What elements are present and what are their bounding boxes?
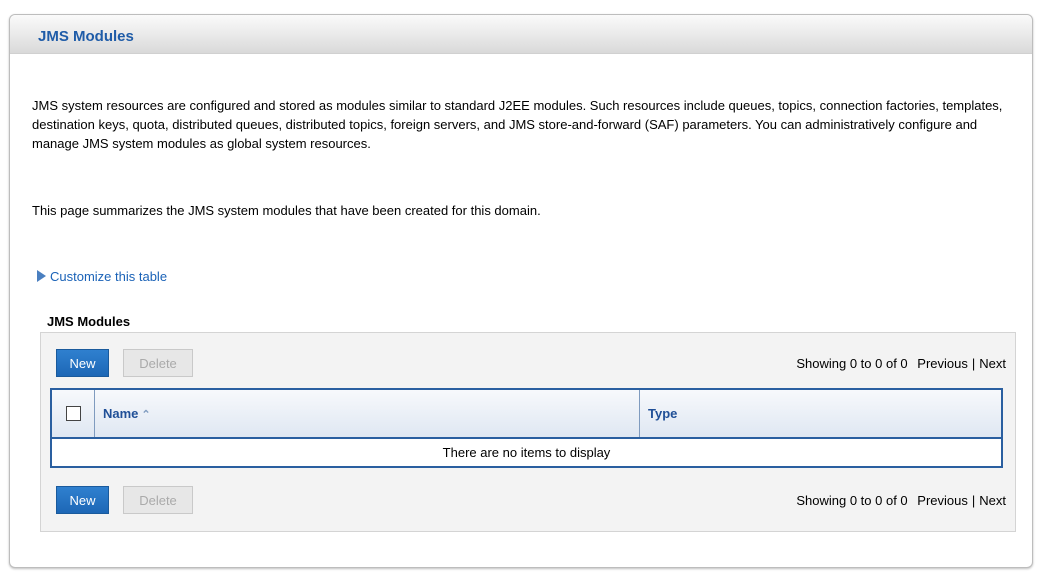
name-header-label: Name ⌃ [103, 406, 151, 421]
type-header-label: Type [648, 406, 678, 421]
pager-showing: Showing 0 to 0 of 0 [796, 356, 908, 371]
summary-text: This page summarizes the JMS system modu… [32, 203, 541, 218]
customize-table-link[interactable]: Customize this table [37, 269, 167, 284]
pager-top: Showing 0 to 0 of 0 Previous | Next [796, 356, 1006, 371]
name-label: Name [103, 406, 139, 421]
previous-link[interactable]: Previous [917, 356, 968, 371]
select-all-checkbox[interactable] [66, 406, 81, 421]
new-button[interactable]: New [56, 349, 109, 377]
triangle-right-icon [37, 270, 46, 282]
delete-button[interactable]: Delete [123, 349, 193, 377]
pager-showing-bottom: Showing 0 to 0 of 0 [796, 493, 908, 508]
new-button-bottom[interactable]: New [56, 486, 109, 514]
next-link[interactable]: Next [979, 356, 1006, 371]
modules-table: Name ⌃ Type There are no items to display [50, 388, 1003, 468]
jms-modules-panel: JMS Modules JMS system resources are con… [9, 14, 1033, 568]
column-header-type[interactable]: Type [640, 390, 1001, 437]
column-header-name[interactable]: Name ⌃ [95, 390, 640, 437]
pager-bottom: Showing 0 to 0 of 0 Previous | Next [796, 493, 1006, 508]
table-container: New Delete Showing 0 to 0 of 0 Previous |… [40, 332, 1016, 532]
empty-table-message: There are no items to display [442, 445, 611, 460]
panel-header [10, 15, 1032, 54]
delete-button-bottom[interactable]: Delete [123, 486, 193, 514]
customize-label: Customize this table [50, 269, 168, 284]
table-header-row: Name ⌃ Type [52, 390, 1001, 439]
pager-separator: | [971, 356, 976, 371]
select-all-cell [52, 390, 95, 437]
next-link-bottom[interactable]: Next [979, 493, 1006, 508]
table-caption: JMS Modules [47, 314, 131, 329]
previous-link-bottom[interactable]: Previous [917, 493, 968, 508]
sort-ascending-icon: ⌃ [141, 409, 151, 421]
pager-separator-bottom: | [971, 493, 976, 508]
intro-paragraph: JMS system resources are configured and … [32, 98, 1003, 151]
page-title: JMS Modules [38, 28, 134, 45]
